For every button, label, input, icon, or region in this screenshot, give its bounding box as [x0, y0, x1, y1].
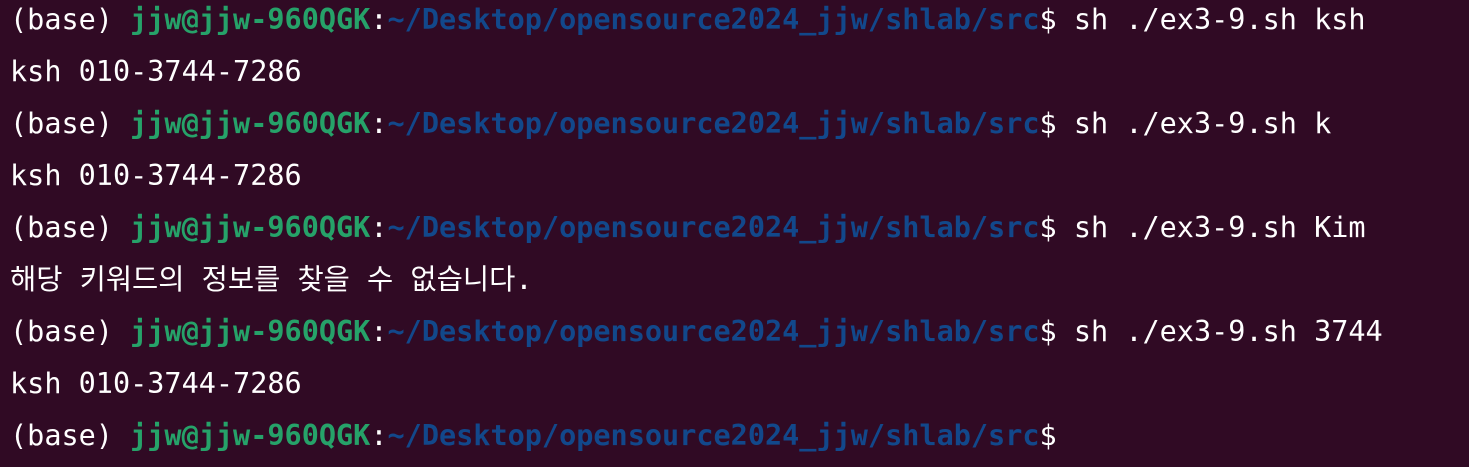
- prompt-symbol: $: [1039, 315, 1074, 348]
- working-directory: ~/Desktop/opensource2024_jjw/shlab/src: [387, 419, 1040, 452]
- output-line: ksh 010-3744-7286: [10, 367, 302, 400]
- active-prompt-line[interactable]: (base) jjw@jjw-960QGK:~/Desktop/opensour…: [10, 416, 1057, 456]
- user-host: jjw@jjw-960QGK: [130, 107, 371, 140]
- prompt-colon: :: [370, 107, 388, 140]
- command-text: sh ./ex3-9.sh ksh: [1073, 3, 1366, 36]
- prompt-line: (base) jjw@jjw-960QGK:~/Desktop/opensour…: [10, 208, 1366, 248]
- output-line: ksh 010-3744-7286: [10, 159, 302, 192]
- command-text: sh ./ex3-9.sh k: [1073, 107, 1332, 140]
- user-host: jjw@jjw-960QGK: [130, 3, 371, 36]
- user-host: jjw@jjw-960QGK: [130, 419, 371, 452]
- output-line: 해당 키워드의 정보를 찾을 수 없습니다.: [10, 263, 533, 296]
- command-text: sh ./ex3-9.sh 3744: [1073, 315, 1383, 348]
- working-directory: ~/Desktop/opensource2024_jjw/shlab/src: [387, 3, 1040, 36]
- conda-env: (base): [10, 107, 131, 140]
- conda-env: (base): [10, 315, 131, 348]
- prompt-colon: :: [370, 211, 388, 244]
- terminal-window[interactable]: (base) jjw@jjw-960QGK:~/Desktop/opensour…: [0, 0, 1469, 467]
- user-host: jjw@jjw-960QGK: [130, 211, 371, 244]
- conda-env: (base): [10, 3, 131, 36]
- prompt-colon: :: [370, 3, 388, 36]
- user-host: jjw@jjw-960QGK: [130, 315, 371, 348]
- prompt-colon: :: [370, 419, 388, 452]
- output-line: ksh 010-3744-7286: [10, 55, 302, 88]
- working-directory: ~/Desktop/opensource2024_jjw/shlab/src: [387, 211, 1040, 244]
- working-directory: ~/Desktop/opensource2024_jjw/shlab/src: [387, 107, 1040, 140]
- prompt-line: (base) jjw@jjw-960QGK:~/Desktop/opensour…: [10, 312, 1383, 352]
- prompt-symbol: $: [1039, 419, 1057, 452]
- command-text: sh ./ex3-9.sh Kim: [1073, 211, 1366, 244]
- working-directory: ~/Desktop/opensource2024_jjw/shlab/src: [387, 315, 1040, 348]
- prompt-symbol: $: [1039, 211, 1074, 244]
- prompt-line: (base) jjw@jjw-960QGK:~/Desktop/opensour…: [10, 0, 1366, 40]
- prompt-symbol: $: [1039, 107, 1074, 140]
- prompt-symbol: $: [1039, 3, 1074, 36]
- prompt-line: (base) jjw@jjw-960QGK:~/Desktop/opensour…: [10, 104, 1331, 144]
- conda-env: (base): [10, 419, 131, 452]
- conda-env: (base): [10, 211, 131, 244]
- prompt-colon: :: [370, 315, 388, 348]
